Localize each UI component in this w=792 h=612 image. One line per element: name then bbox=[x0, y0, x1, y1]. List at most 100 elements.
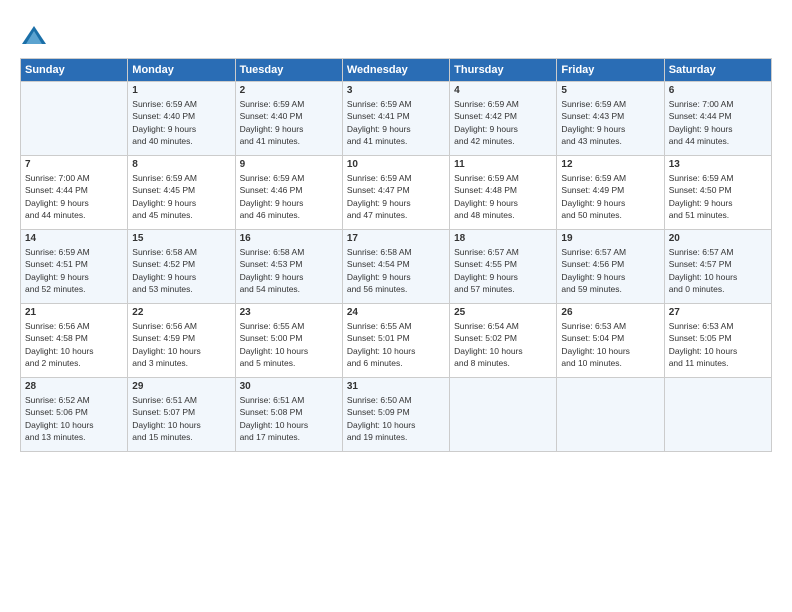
week-row-5: 28 Sunrise: 6:52 AM Sunset: 5:06 PM Dayli… bbox=[21, 378, 772, 452]
day-cell: 30 Sunrise: 6:51 AM Sunset: 5:08 PM Dayli… bbox=[235, 378, 342, 452]
day-number: 22 bbox=[132, 307, 230, 318]
day-cell: 1Sunrise: 6:59 AM Sunset: 4:40 PM Daylig… bbox=[128, 82, 235, 156]
day-number: 24 bbox=[347, 307, 445, 318]
day-cell: 10 Sunrise: 6:59 AM Sunset: 4:47 PM Dayli… bbox=[342, 156, 449, 230]
day-info: Sunrise: 6:53 AM Sunset: 5:04 PM Dayligh… bbox=[561, 320, 659, 369]
day-cell: 11Sunrise: 6:59 AM Sunset: 4:48 PM Dayli… bbox=[450, 156, 557, 230]
day-number: 3 bbox=[347, 85, 445, 96]
day-cell: 24 Sunrise: 6:55 AM Sunset: 5:01 PM Dayli… bbox=[342, 304, 449, 378]
day-cell: 12 Sunrise: 6:59 AM Sunset: 4:49 PM Dayli… bbox=[557, 156, 664, 230]
day-number: 5 bbox=[561, 85, 659, 96]
day-info: Sunrise: 7:00 AM Sunset: 4:44 PM Dayligh… bbox=[25, 172, 123, 221]
week-row-4: 21 Sunrise: 6:56 AM Sunset: 4:58 PM Dayli… bbox=[21, 304, 772, 378]
page: SundayMondayTuesdayWednesdayThursdayFrid… bbox=[0, 0, 792, 612]
day-number: 2 bbox=[240, 85, 338, 96]
day-number: 29 bbox=[132, 381, 230, 392]
header-cell-sunday: Sunday bbox=[21, 59, 128, 82]
day-info: Sunrise: 6:50 AM Sunset: 5:09 PM Dayligh… bbox=[347, 394, 445, 443]
day-cell bbox=[664, 378, 771, 452]
week-row-3: 14 Sunrise: 6:59 AM Sunset: 4:51 PM Dayli… bbox=[21, 230, 772, 304]
day-number: 18 bbox=[454, 233, 552, 244]
day-cell: 4 Sunrise: 6:59 AM Sunset: 4:42 PM Daylig… bbox=[450, 82, 557, 156]
day-number: 6 bbox=[669, 85, 767, 96]
header-cell-friday: Friday bbox=[557, 59, 664, 82]
day-info: Sunrise: 6:59 AM Sunset: 4:48 PM Dayligh… bbox=[454, 172, 552, 221]
day-number: 28 bbox=[25, 381, 123, 392]
day-cell: 28 Sunrise: 6:52 AM Sunset: 5:06 PM Dayli… bbox=[21, 378, 128, 452]
day-number: 17 bbox=[347, 233, 445, 244]
day-info: Sunrise: 6:59 AM Sunset: 4:51 PM Dayligh… bbox=[25, 246, 123, 295]
logo bbox=[20, 22, 51, 50]
day-number: 21 bbox=[25, 307, 123, 318]
day-info: Sunrise: 7:00 AM Sunset: 4:44 PM Dayligh… bbox=[669, 98, 767, 147]
day-info: Sunrise: 6:53 AM Sunset: 5:05 PM Dayligh… bbox=[669, 320, 767, 369]
day-number: 27 bbox=[669, 307, 767, 318]
day-info: Sunrise: 6:55 AM Sunset: 5:01 PM Dayligh… bbox=[347, 320, 445, 369]
day-cell: 21 Sunrise: 6:56 AM Sunset: 4:58 PM Dayli… bbox=[21, 304, 128, 378]
day-number: 30 bbox=[240, 381, 338, 392]
day-number: 23 bbox=[240, 307, 338, 318]
header-cell-monday: Monday bbox=[128, 59, 235, 82]
header-cell-saturday: Saturday bbox=[664, 59, 771, 82]
day-number: 7 bbox=[25, 159, 123, 170]
day-cell: 25Sunrise: 6:54 AM Sunset: 5:02 PM Dayli… bbox=[450, 304, 557, 378]
day-cell: 26 Sunrise: 6:53 AM Sunset: 5:04 PM Dayli… bbox=[557, 304, 664, 378]
day-info: Sunrise: 6:59 AM Sunset: 4:45 PM Dayligh… bbox=[132, 172, 230, 221]
week-row-1: 1 Sunrise: 6:59 AM Sunset: 4:40 PM Daylig… bbox=[21, 82, 772, 156]
day-info: Sunrise: 6:59 AM Sunset: 4:46 PM Dayligh… bbox=[240, 172, 338, 221]
day-number: 12 bbox=[561, 159, 659, 170]
calendar-table: SundayMondayTuesdayWednesdayThursdayFrid… bbox=[20, 58, 772, 452]
day-number: 15 bbox=[132, 233, 230, 244]
day-number: 9 bbox=[240, 159, 338, 170]
day-info: Sunrise: 6:56 AM Sunset: 4:58 PM Dayligh… bbox=[25, 320, 123, 369]
day-cell: 18 Sunrise: 6:57 AM Sunset: 4:55 PM Dayli… bbox=[450, 230, 557, 304]
day-cell: 3Sunrise: 6:59 AM Sunset: 4:41 PM Daylig… bbox=[342, 82, 449, 156]
day-info: Sunrise: 6:59 AM Sunset: 4:40 PM Dayligh… bbox=[240, 98, 338, 147]
day-info: Sunrise: 6:59 AM Sunset: 4:43 PM Dayligh… bbox=[561, 98, 659, 147]
day-cell: 20 Sunrise: 6:57 AM Sunset: 4:57 PM Dayli… bbox=[664, 230, 771, 304]
header bbox=[20, 18, 772, 50]
day-number: 1 bbox=[132, 85, 230, 96]
day-cell: 8 Sunrise: 6:59 AM Sunset: 4:45 PM Daylig… bbox=[128, 156, 235, 230]
day-cell: 5 Sunrise: 6:59 AM Sunset: 4:43 PM Daylig… bbox=[557, 82, 664, 156]
week-row-2: 7 Sunrise: 7:00 AM Sunset: 4:44 PM Daylig… bbox=[21, 156, 772, 230]
day-info: Sunrise: 6:52 AM Sunset: 5:06 PM Dayligh… bbox=[25, 394, 123, 443]
calendar-body: 1 Sunrise: 6:59 AM Sunset: 4:40 PM Daylig… bbox=[21, 82, 772, 452]
header-cell-thursday: Thursday bbox=[450, 59, 557, 82]
day-number: 31 bbox=[347, 381, 445, 392]
day-cell: 2 Sunrise: 6:59 AM Sunset: 4:40 PM Daylig… bbox=[235, 82, 342, 156]
day-number: 25 bbox=[454, 307, 552, 318]
day-number: 26 bbox=[561, 307, 659, 318]
day-cell: 23Sunrise: 6:55 AM Sunset: 5:00 PM Dayli… bbox=[235, 304, 342, 378]
header-cell-tuesday: Tuesday bbox=[235, 59, 342, 82]
day-cell: 7 Sunrise: 7:00 AM Sunset: 4:44 PM Daylig… bbox=[21, 156, 128, 230]
day-cell bbox=[557, 378, 664, 452]
day-info: Sunrise: 6:56 AM Sunset: 4:59 PM Dayligh… bbox=[132, 320, 230, 369]
day-info: Sunrise: 6:59 AM Sunset: 4:47 PM Dayligh… bbox=[347, 172, 445, 221]
day-info: Sunrise: 6:51 AM Sunset: 5:07 PM Dayligh… bbox=[132, 394, 230, 443]
day-cell: 17 Sunrise: 6:58 AM Sunset: 4:54 PM Dayli… bbox=[342, 230, 449, 304]
day-number: 4 bbox=[454, 85, 552, 96]
day-info: Sunrise: 6:57 AM Sunset: 4:57 PM Dayligh… bbox=[669, 246, 767, 295]
calendar-header: SundayMondayTuesdayWednesdayThursdayFrid… bbox=[21, 59, 772, 82]
day-number: 20 bbox=[669, 233, 767, 244]
day-number: 16 bbox=[240, 233, 338, 244]
day-cell: 9 Sunrise: 6:59 AM Sunset: 4:46 PM Daylig… bbox=[235, 156, 342, 230]
day-cell bbox=[21, 82, 128, 156]
day-info: Sunrise: 6:58 AM Sunset: 4:54 PM Dayligh… bbox=[347, 246, 445, 295]
day-info: Sunrise: 6:51 AM Sunset: 5:08 PM Dayligh… bbox=[240, 394, 338, 443]
day-number: 10 bbox=[347, 159, 445, 170]
day-cell: 27 Sunrise: 6:53 AM Sunset: 5:05 PM Dayli… bbox=[664, 304, 771, 378]
day-info: Sunrise: 6:57 AM Sunset: 4:55 PM Dayligh… bbox=[454, 246, 552, 295]
day-info: Sunrise: 6:59 AM Sunset: 4:42 PM Dayligh… bbox=[454, 98, 552, 147]
header-cell-wednesday: Wednesday bbox=[342, 59, 449, 82]
day-number: 19 bbox=[561, 233, 659, 244]
day-number: 8 bbox=[132, 159, 230, 170]
day-cell: 6 Sunrise: 7:00 AM Sunset: 4:44 PM Daylig… bbox=[664, 82, 771, 156]
day-cell: 19Sunrise: 6:57 AM Sunset: 4:56 PM Dayli… bbox=[557, 230, 664, 304]
day-info: Sunrise: 6:58 AM Sunset: 4:53 PM Dayligh… bbox=[240, 246, 338, 295]
header-row: SundayMondayTuesdayWednesdayThursdayFrid… bbox=[21, 59, 772, 82]
day-number: 14 bbox=[25, 233, 123, 244]
day-info: Sunrise: 6:59 AM Sunset: 4:49 PM Dayligh… bbox=[561, 172, 659, 221]
logo-icon bbox=[20, 22, 48, 50]
